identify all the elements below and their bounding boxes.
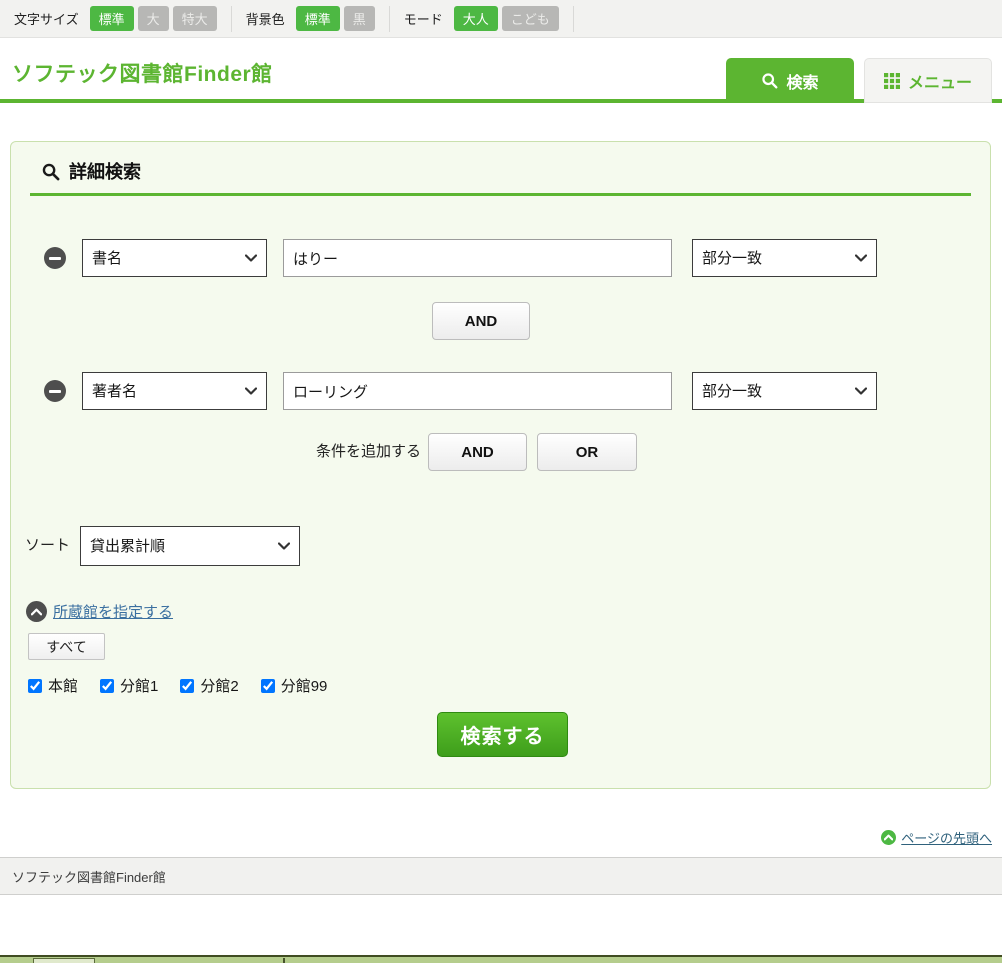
sort-select-wrap: 貸出累計順 (80, 526, 300, 566)
keyword-input-2[interactable] (283, 372, 672, 410)
field-select-1-wrap: 書名 (82, 239, 267, 277)
magnifier-icon (41, 162, 60, 181)
font-size-xlarge-button[interactable]: 特大 (173, 6, 217, 31)
library-checkbox-bunkan1[interactable]: 分館1 (100, 675, 158, 696)
font-size-large-button[interactable]: 大 (138, 6, 169, 31)
library-checkbox-bunkan2[interactable]: 分館2 (180, 675, 238, 696)
menu-grid-icon (884, 73, 900, 89)
library-checkbox-honkan[interactable]: 本館 (28, 675, 78, 696)
match-select-2-wrap: 部分一致 (692, 372, 877, 410)
panel-title-text: 詳細検索 (69, 158, 141, 184)
minus-icon (49, 257, 61, 260)
bottom-strip-box (33, 958, 95, 963)
tab-menu[interactable]: メニュー (864, 58, 992, 103)
mode-adult-button[interactable]: 大人 (454, 6, 498, 31)
holding-library-toggle: 所蔵館を指定する (26, 601, 173, 622)
site-header: ソフテック図書館Finder館 検索 メニュー (0, 38, 1002, 103)
add-or-button[interactable]: OR (537, 433, 637, 471)
connector-and-button[interactable]: AND (432, 302, 530, 340)
font-size-label: 文字サイズ (14, 9, 79, 28)
bottom-strip-divider (283, 958, 285, 963)
bg-color-label: 背景色 (246, 9, 285, 28)
header-tabs: 検索 メニュー (726, 58, 992, 103)
match-select-2[interactable]: 部分一致 (692, 372, 877, 410)
library-checkbox-bunkan99[interactable]: 分館99 (261, 675, 328, 696)
keyword-input-1[interactable] (283, 239, 672, 277)
field-select-2[interactable]: 著者名 (82, 372, 267, 410)
sort-label: ソート (25, 526, 70, 566)
checkbox-bunkan1[interactable] (100, 679, 114, 693)
minus-icon (49, 390, 61, 393)
tab-search[interactable]: 検索 (726, 58, 854, 103)
add-and-button[interactable]: AND (428, 433, 527, 471)
chevron-up-circle-icon[interactable] (26, 601, 47, 622)
bg-color-black-button[interactable]: 黒 (344, 6, 375, 31)
select-all-libraries-button[interactable]: すべて (28, 633, 105, 660)
page-top: ページの先頭へ (881, 828, 992, 847)
tab-search-label: 検索 (786, 69, 818, 93)
remove-condition-1-button[interactable] (44, 247, 66, 269)
tab-menu-label: メニュー (908, 69, 972, 93)
font-size-group: 文字サイズ 標準 大 特大 (0, 6, 232, 32)
remove-condition-2-button[interactable] (44, 380, 66, 402)
match-select-1[interactable]: 部分一致 (692, 239, 877, 277)
checkbox-label: 分館2 (200, 675, 238, 696)
checkbox-label: 分館1 (120, 675, 158, 696)
mode-group: モード 大人 こども (390, 6, 574, 32)
accessibility-toolbar: 文字サイズ 標準 大 特大 背景色 標準 黒 モード 大人 こども (0, 0, 1002, 38)
bg-color-standard-button[interactable]: 標準 (296, 6, 340, 31)
page: 文字サイズ 標準 大 特大 背景色 標準 黒 モード 大人 こども ソフテック図… (0, 0, 1002, 963)
specify-library-link[interactable]: 所蔵館を指定する (53, 601, 173, 622)
field-select-1[interactable]: 書名 (82, 239, 267, 277)
sort-select[interactable]: 貸出累計順 (80, 526, 300, 566)
title-underline (30, 193, 971, 196)
checkbox-bunkan99[interactable] (261, 679, 275, 693)
page-top-arrow-icon (881, 830, 896, 845)
font-size-standard-button[interactable]: 標準 (90, 6, 134, 31)
checkbox-honkan[interactable] (28, 679, 42, 693)
checkbox-label: 本館 (48, 675, 78, 696)
add-condition-label: 条件を追加する (316, 433, 421, 471)
mode-label: モード (404, 9, 443, 28)
footer-site-name: ソフテック図書館Finder館 (12, 867, 166, 886)
detailed-search-panel: 詳細検索 書名 部分一致 AND 著者名 部分一致 条件を追加する AND (10, 141, 991, 789)
search-icon (761, 72, 778, 89)
match-select-1-wrap: 部分一致 (692, 239, 877, 277)
search-submit-button[interactable]: 検索する (437, 712, 568, 757)
page-top-link[interactable]: ページの先頭へ (901, 828, 992, 847)
footer: ソフテック図書館Finder館 (0, 857, 1002, 895)
mode-kids-button[interactable]: こども (502, 6, 559, 31)
bg-color-group: 背景色 標準 黒 (232, 6, 390, 32)
checkbox-label: 分館99 (281, 675, 328, 696)
library-checkbox-row: 本館 分館1 分館2 分館99 (28, 675, 327, 696)
checkbox-bunkan2[interactable] (180, 679, 194, 693)
field-select-2-wrap: 著者名 (82, 372, 267, 410)
site-title[interactable]: ソフテック図書館Finder館 (12, 58, 273, 88)
panel-title: 詳細検索 (41, 158, 141, 184)
bottom-edge-strip (0, 955, 1002, 963)
